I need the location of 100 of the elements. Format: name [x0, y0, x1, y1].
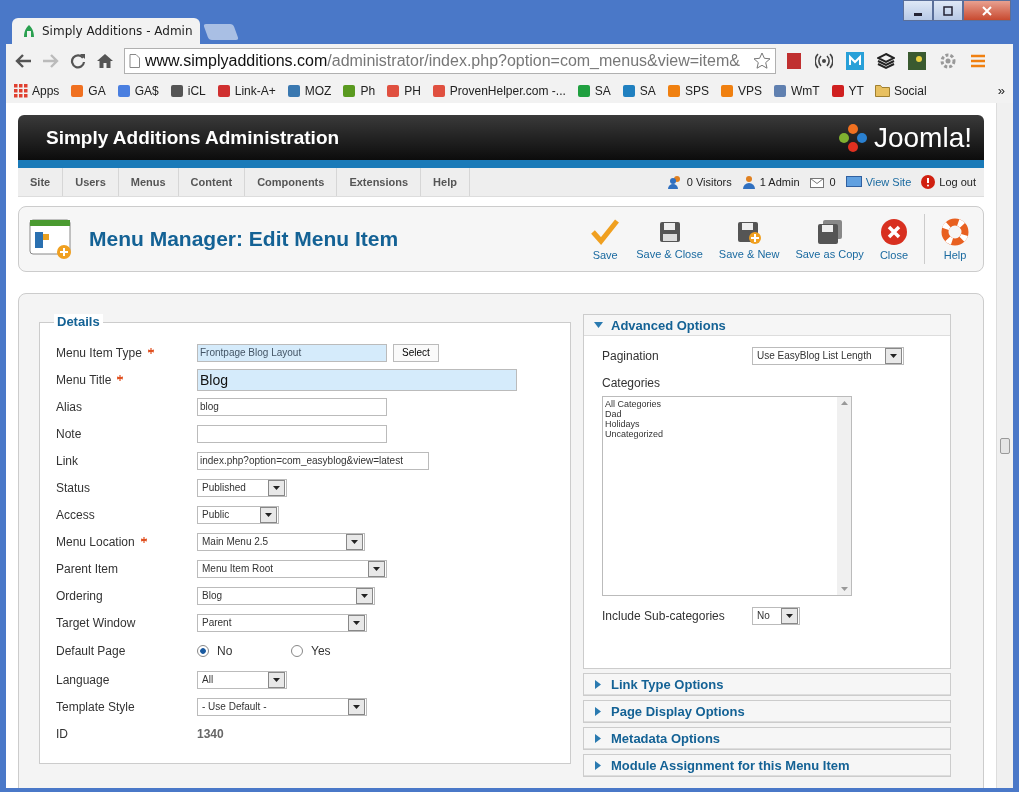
bookmark-link[interactable]: SA [576, 83, 611, 98]
menu-item[interactable]: Extensions [337, 168, 422, 196]
triangle-right-icon [594, 760, 603, 770]
menu-item[interactable]: Menus [118, 168, 179, 196]
bookmark-label: Ph [360, 83, 376, 98]
dropdown[interactable]: No [752, 606, 800, 625]
favicon-icon [830, 83, 845, 98]
bookmark-label: PH [404, 83, 421, 98]
menu-item[interactable]: Components [245, 168, 338, 196]
triangle-right-icon [594, 733, 603, 743]
bookmark-link[interactable]: iCL [169, 83, 206, 98]
address-field[interactable]: www.simplyadditions.com/administrator/index.php?option=com_menus&view=item& [124, 48, 776, 74]
select-button[interactable]: Select [393, 343, 439, 362]
scroll-down-icon[interactable] [840, 587, 848, 591]
list-option[interactable]: Dad [605, 409, 835, 419]
menu-item-type-field[interactable]: Frontpage Blog Layout [197, 343, 387, 362]
field-label: Link [56, 453, 78, 468]
menu-item[interactable]: Site [18, 168, 64, 196]
gear-icon[interactable] [939, 52, 957, 70]
dropdown[interactable]: Blog [197, 586, 375, 605]
star-icon[interactable] [753, 52, 771, 70]
favicon-icon [216, 83, 231, 98]
back-icon[interactable] [14, 53, 32, 69]
toolbar-button[interactable]: Save & Close [632, 218, 707, 260]
field-label: Include Sub-categories [602, 608, 726, 623]
bookmark-link[interactable]: WmT [772, 83, 820, 98]
radio-button[interactable] [291, 645, 303, 657]
text-field[interactable] [197, 424, 387, 443]
text-field[interactable]: index.php?option=com_easyblog&view=latest [197, 451, 429, 470]
toolbar-button[interactable]: Help [937, 217, 973, 261]
dropdown[interactable]: Published [197, 478, 287, 497]
favicon-icon [116, 83, 131, 98]
layers-icon[interactable] [877, 52, 895, 70]
minimize-button[interactable] [903, 0, 933, 21]
bookmark-label: WmT [790, 83, 820, 98]
bookmark-link[interactable]: YT [830, 83, 864, 98]
panel-header[interactable]: Module Assignment for this Menu Item [584, 755, 950, 776]
picture-icon[interactable] [908, 52, 926, 70]
bookmark-link[interactable]: Social [874, 83, 927, 98]
scrollbar[interactable] [996, 103, 1013, 788]
dropdown[interactable]: All [197, 670, 287, 689]
bookmark-link[interactable]: VPS [719, 83, 762, 98]
radio-button[interactable] [197, 645, 209, 657]
bookmark-link[interactable]: PH [386, 83, 421, 98]
maximize-button[interactable] [933, 0, 963, 21]
tab-title: Simply Additions - Admin [42, 24, 193, 38]
menu-item[interactable]: Help [421, 168, 470, 196]
bookmark-link[interactable]: SPS [666, 83, 709, 98]
field-label: Categories [602, 375, 662, 390]
scroll-up-icon[interactable] [840, 401, 848, 405]
dropdown[interactable]: Main Menu 2.5 [197, 532, 365, 551]
more-bookmarks-button[interactable]: » [997, 83, 1005, 98]
browser-tab[interactable]: Simply Additions - Admin [12, 18, 200, 44]
bookmark-link[interactable]: GA$ [116, 83, 159, 98]
list-option[interactable]: Holidays [605, 419, 835, 429]
close-window-button[interactable] [963, 0, 1011, 21]
checkmark-icon [590, 217, 621, 246]
scrollbar[interactable] [837, 397, 851, 595]
list-option[interactable]: All Categories [605, 399, 835, 409]
bookmark-link[interactable]: Ph [342, 83, 376, 98]
new-tab-button[interactable] [203, 24, 239, 40]
menu-title-field[interactable]: Blog [197, 368, 517, 391]
list-option[interactable]: Uncategorized [605, 429, 835, 439]
home-icon[interactable] [96, 53, 114, 69]
menu-item[interactable]: Content [178, 168, 246, 196]
reload-icon[interactable] [70, 53, 86, 69]
view-site-link[interactable]: View Site [865, 176, 912, 188]
dropdown[interactable]: Menu Item Root [197, 559, 387, 578]
categories-listbox[interactable]: All Categories Dad Holidays Uncategorized [602, 396, 852, 596]
toolbar-button[interactable]: Save & New [714, 218, 784, 260]
envelope-icon [809, 176, 826, 188]
m-logo-icon[interactable] [846, 52, 864, 70]
panel-header[interactable]: Advanced Options [584, 315, 950, 336]
bookmark-link[interactable]: GA [70, 83, 106, 98]
text-field[interactable]: blog [197, 397, 387, 416]
field-label: Menu Title [56, 372, 112, 387]
logo-text: Joomla! [873, 121, 972, 154]
toolbar-button[interactable]: Save [586, 217, 625, 261]
bookmark-link[interactable]: SA [621, 83, 656, 98]
signal-waves-icon[interactable] [815, 53, 833, 69]
dropdown[interactable]: Use EasyBlog List Length [752, 346, 904, 365]
logout-link[interactable]: Log out [939, 176, 976, 188]
page-icon [129, 54, 140, 68]
toolbar-button[interactable]: Save as Copy [791, 218, 868, 260]
dropdown[interactable]: Parent [197, 613, 367, 632]
menu-item[interactable]: Users [63, 168, 119, 196]
menu-icon[interactable] [970, 54, 986, 68]
triangle-right-icon [594, 706, 603, 716]
dropdown[interactable]: Public [197, 505, 279, 524]
bookmark-link[interactable]: Link-A+ [216, 83, 276, 98]
panel-header[interactable]: Link Type Options [584, 674, 950, 695]
panel-header[interactable]: Metadata Options [584, 728, 950, 749]
bookmark-link[interactable]: MOZ [286, 83, 332, 98]
dropdown[interactable]: - Use Default - [197, 697, 367, 716]
panel-header[interactable]: Page Display Options [584, 701, 950, 722]
user-icon [741, 175, 756, 189]
bookmark-link[interactable]: Apps [14, 83, 60, 98]
field-label: Ordering [56, 588, 103, 603]
radio-label: Yes [311, 644, 331, 658]
toolbar-button[interactable]: Close [875, 217, 912, 261]
